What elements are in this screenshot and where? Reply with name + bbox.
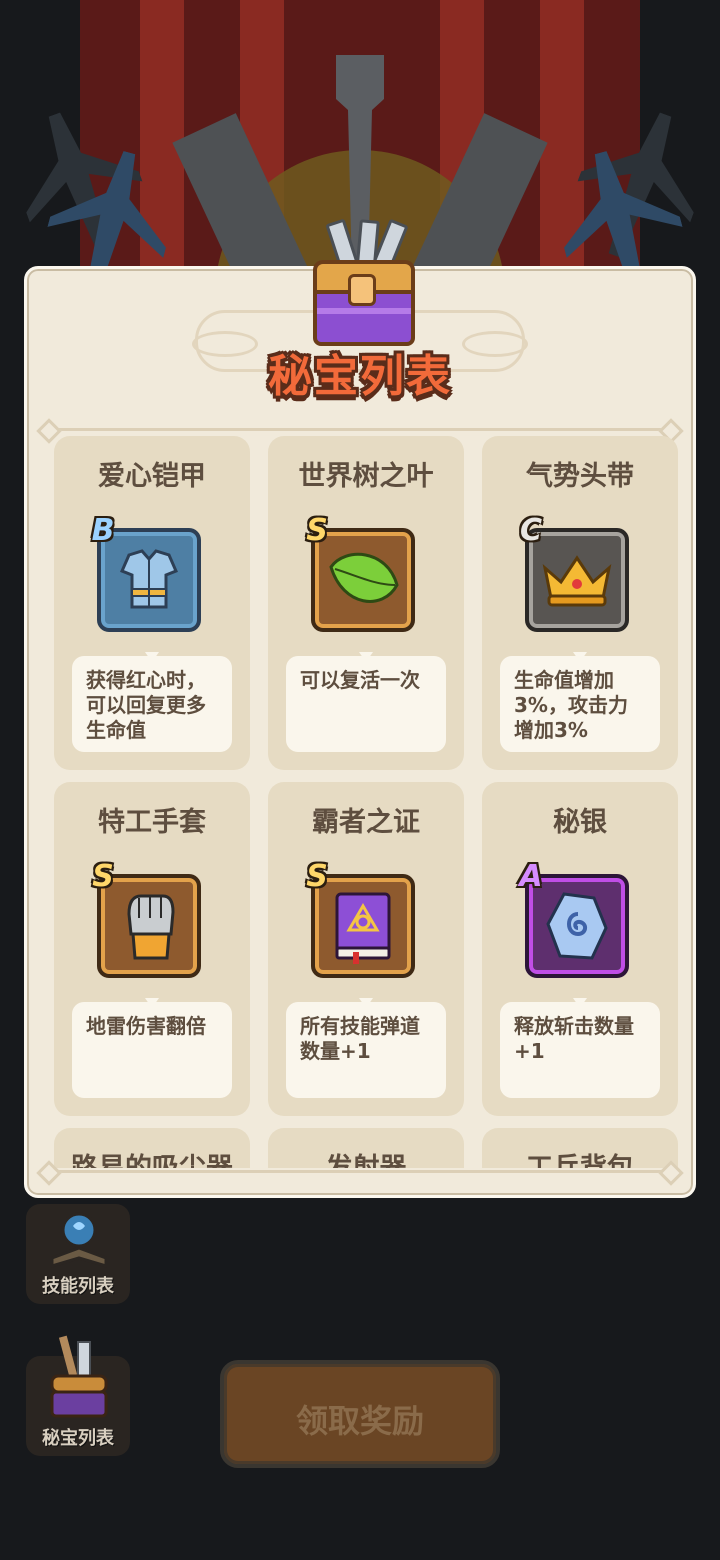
treasure-description: 获得红心时， 可以回复更多 生命值 <box>86 668 206 742</box>
treasure-card[interactable]: 特工手套 S 地雷伤害翻倍 <box>54 782 250 1116</box>
treasure-name: 世界树之叶 <box>298 461 434 492</box>
rank-badge: B <box>91 513 115 548</box>
rank-badge: S <box>306 513 328 548</box>
treasure-grid[interactable]: 爱心铠甲 B 获得红心时， 可以回复更多 生命值 世界树之叶 S 可以复活一次 <box>54 436 678 1168</box>
treasure-name: 工兵背包 <box>482 1146 678 1168</box>
top-divider <box>50 428 670 431</box>
treasure-list-button[interactable]: 秘宝列表 <box>26 1335 130 1456</box>
treasure-chest-icon <box>305 218 415 346</box>
bottom-divider <box>50 1170 670 1173</box>
skill-list-button[interactable]: 技能列表 <box>26 1204 130 1304</box>
claim-reward-button[interactable]: 领取奖励 <box>220 1360 500 1468</box>
treasure-name: 发射器 <box>268 1146 464 1168</box>
rank-badge: A <box>519 859 543 894</box>
treasure-name: 路易的吸尘器 <box>54 1146 250 1168</box>
treasure-card[interactable]: 秘银 A 释放斩击数量 +1 <box>482 782 678 1116</box>
treasure-name: 爱心铠甲 <box>98 461 206 492</box>
treasure-chest-icon <box>50 1335 108 1418</box>
panel-title: 秘宝列表 <box>268 351 452 402</box>
treasure-description-box: 释放斩击数量 +1 <box>500 1002 660 1098</box>
treasure-description: 生命值增加 3%，攻击力 增加3% <box>514 668 628 742</box>
treasure-description-box: 所有技能弹道 数量+1 <box>286 1002 446 1098</box>
treasure-description: 所有技能弹道 数量+1 <box>300 1014 420 1063</box>
treasure-description-box: 获得红心时， 可以回复更多 生命值 <box>72 656 232 752</box>
treasure-description: 地雷伤害翻倍 <box>86 1014 206 1038</box>
treasure-description: 可以复活一次 <box>300 668 420 692</box>
treasure-card[interactable]: 发射器 <box>268 1128 464 1168</box>
treasure-description-box: 生命值增加 3%，攻击力 增加3% <box>500 656 660 752</box>
treasure-card[interactable]: 气势头带 C 生命值增加 3%，攻击力 增加3% <box>482 436 678 770</box>
treasure-name: 霸者之证 <box>312 807 420 838</box>
treasure-description-box: 地雷伤害翻倍 <box>72 1002 232 1098</box>
treasure-list-label: 秘宝列表 <box>42 1428 114 1449</box>
treasure-card[interactable]: 霸者之证 S 所有技能弹道 数量+1 <box>268 782 464 1116</box>
treasure-name: 秘银 <box>553 807 607 838</box>
skill-list-label: 技能列表 <box>42 1276 114 1297</box>
treasure-card[interactable]: 世界树之叶 S 可以复活一次 <box>268 436 464 770</box>
treasure-description: 释放斩击数量 +1 <box>514 1014 634 1063</box>
treasure-card[interactable]: 爱心铠甲 B 获得红心时， 可以回复更多 生命值 <box>54 436 250 770</box>
spellbook-icon <box>50 1212 108 1269</box>
treasure-description-box: 可以复活一次 <box>286 656 446 752</box>
claim-reward-label: 领取奖励 <box>295 1402 424 1440</box>
treasure-name: 特工手套 <box>98 807 206 838</box>
treasure-card[interactable]: 路易的吸尘器 <box>54 1128 250 1168</box>
rank-badge: S <box>306 859 328 894</box>
rank-badge: S <box>92 859 114 894</box>
treasure-card[interactable]: 工兵背包 <box>482 1128 678 1168</box>
rank-badge: C <box>519 513 543 548</box>
treasure-name: 气势头带 <box>526 461 634 492</box>
